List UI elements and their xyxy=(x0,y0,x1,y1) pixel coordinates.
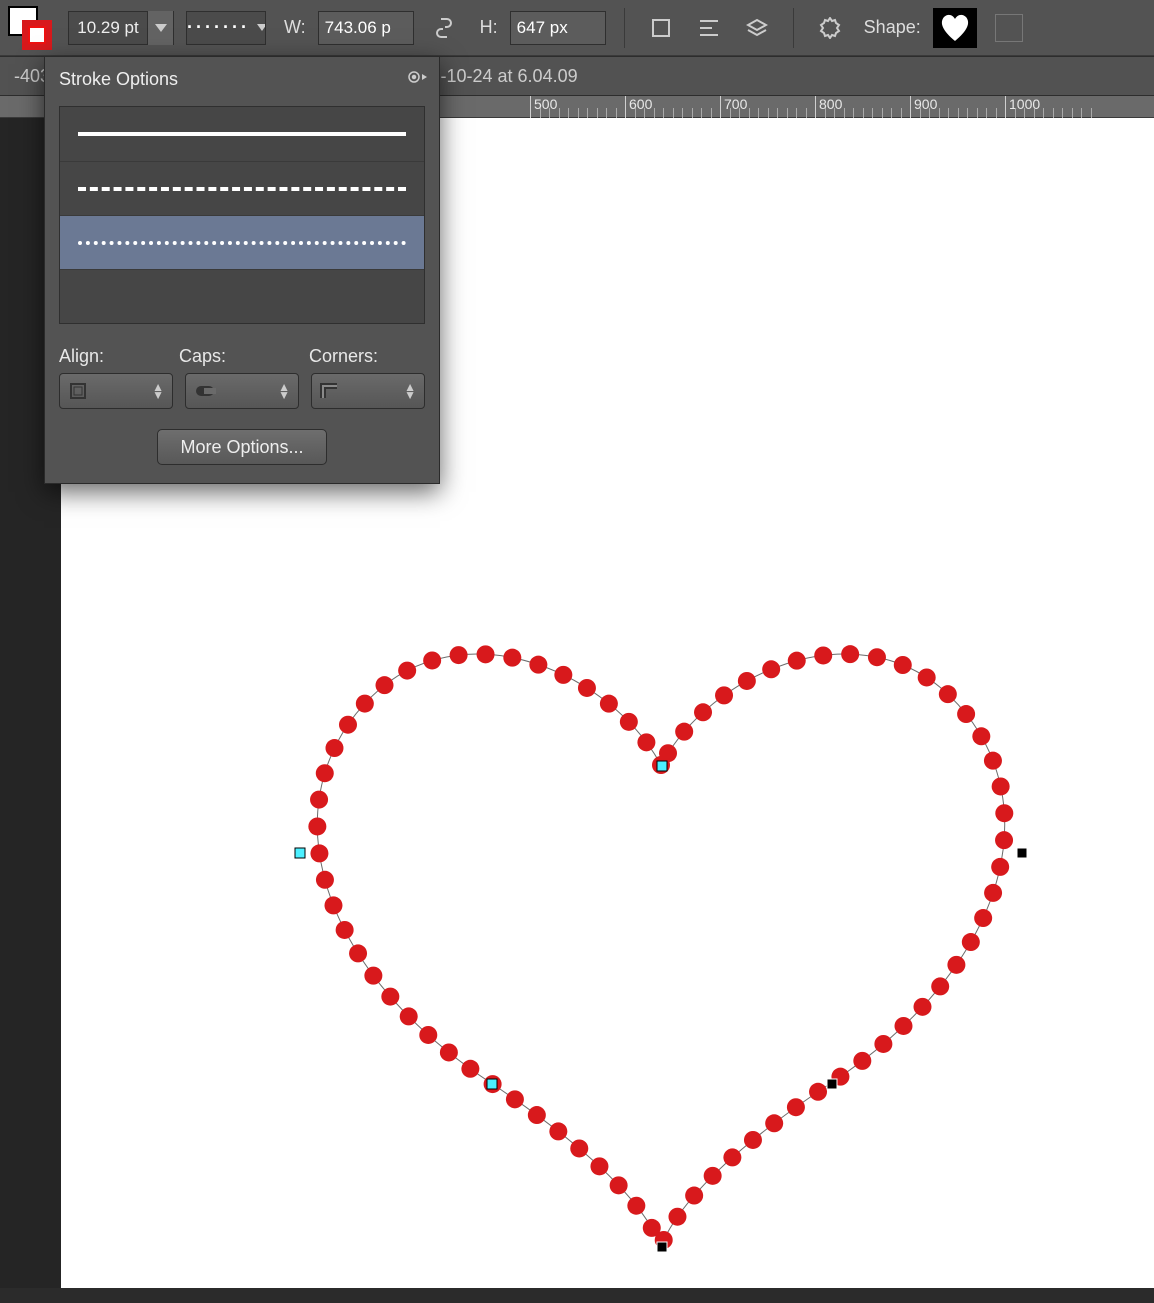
settings-button[interactable] xyxy=(812,10,848,46)
align-label: Align: xyxy=(59,346,179,367)
stroke-preset-empty[interactable] xyxy=(60,269,424,323)
divider xyxy=(624,8,625,48)
stroke-preset-list xyxy=(59,106,425,324)
layers-icon xyxy=(746,18,768,38)
stepper-icon: ▲▼ xyxy=(404,383,416,399)
anchor-point[interactable] xyxy=(657,761,667,771)
options-bar: ······· W: H: Shape: xyxy=(0,0,1154,56)
gear-icon xyxy=(819,17,841,39)
caps-label: Caps: xyxy=(179,346,309,367)
panel-title: Stroke Options xyxy=(59,69,178,90)
height-label: H: xyxy=(480,17,498,38)
stepper-icon: ▲▼ xyxy=(278,383,290,399)
anchor-point[interactable] xyxy=(487,1079,497,1089)
stroke-style-preview-icon: ······· xyxy=(187,17,250,38)
chevron-down-icon xyxy=(155,24,167,32)
ruler-tick: 900 xyxy=(910,96,937,118)
align-center-icon xyxy=(68,381,88,401)
ruler-tick: 700 xyxy=(720,96,747,118)
height-input[interactable] xyxy=(517,18,599,38)
link-wh-toggle[interactable] xyxy=(426,10,462,46)
stepper-icon: ▲▼ xyxy=(152,383,164,399)
corners-select[interactable]: ▲▼ xyxy=(311,373,425,409)
shape-label: Shape: xyxy=(864,17,921,38)
ruler-tick: 1000 xyxy=(1005,96,1040,118)
shape-heart[interactable] xyxy=(281,638,1041,1303)
dashed-line-icon xyxy=(78,187,406,191)
dotted-line-icon xyxy=(78,241,406,245)
width-label: W: xyxy=(284,17,306,38)
anchor-point[interactable] xyxy=(657,1242,667,1252)
width-input[interactable] xyxy=(325,18,407,38)
solid-line-icon xyxy=(78,132,406,136)
corner-miter-icon xyxy=(320,381,340,401)
stroke-preset-dashed[interactable] xyxy=(60,161,424,215)
heart-path-outline xyxy=(317,654,1004,1246)
align-button[interactable] xyxy=(691,10,727,46)
stroke-width-dropdown[interactable] xyxy=(147,11,173,45)
chevron-down-icon xyxy=(257,24,265,31)
shape-picker[interactable] xyxy=(933,8,977,48)
height-field[interactable] xyxy=(510,11,606,45)
link-icon xyxy=(435,17,453,39)
anchor-point[interactable] xyxy=(827,1079,837,1089)
ruler-tick: 600 xyxy=(625,96,652,118)
cap-round-icon xyxy=(194,383,218,399)
width-field[interactable] xyxy=(318,11,414,45)
divider xyxy=(793,8,794,48)
align-edges-icon xyxy=(698,19,720,37)
shape-extra-button[interactable] xyxy=(995,14,1023,42)
stroke-options-panel: Stroke Options Align: Caps: Corners: ▲▼ … xyxy=(44,56,440,484)
stroke-width-field[interactable] xyxy=(68,11,174,45)
gear-icon xyxy=(405,67,427,87)
stroke-preset-solid[interactable] xyxy=(60,107,424,161)
anchor-point[interactable] xyxy=(1017,848,1027,858)
ruler-tick: 500 xyxy=(530,96,557,118)
arrange-button[interactable] xyxy=(739,10,775,46)
anchor-point[interactable] xyxy=(295,848,305,858)
heart-dotted-stroke xyxy=(308,645,1013,1249)
stroke-style-dropdown[interactable]: ······· xyxy=(186,11,266,45)
fill-stroke-swatch[interactable] xyxy=(8,6,52,50)
heart-icon xyxy=(938,13,972,43)
stroke-width-input[interactable] xyxy=(69,18,147,38)
panel-menu-button[interactable] xyxy=(405,67,427,92)
stroke-preset-dotted[interactable] xyxy=(60,215,424,269)
ruler-tick: 800 xyxy=(815,96,842,118)
stroke-swatch[interactable] xyxy=(22,20,52,50)
pathop-new-button[interactable] xyxy=(643,10,679,46)
corners-label: Corners: xyxy=(309,346,378,367)
caps-select[interactable]: ▲▼ xyxy=(185,373,299,409)
square-icon xyxy=(651,18,671,38)
align-select[interactable]: ▲▼ xyxy=(59,373,173,409)
more-options-button[interactable]: More Options... xyxy=(157,429,326,465)
